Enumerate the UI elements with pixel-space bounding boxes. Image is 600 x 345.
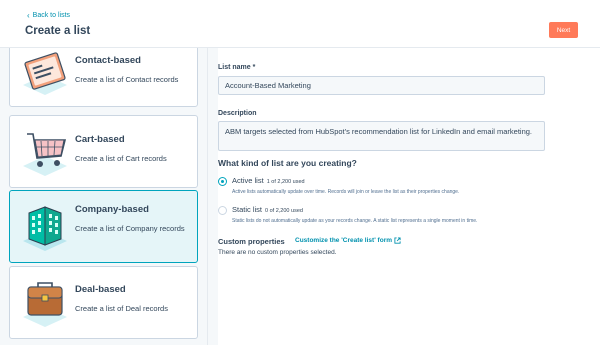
description-input[interactable]: ABM targets selected from HubSpot's reco… xyxy=(218,121,545,151)
active-list-count: 1 of 2,200 used xyxy=(266,179,305,185)
chevron-left-icon: ‹ xyxy=(27,11,30,20)
back-to-lists-link[interactable]: ‹ Back to lists xyxy=(27,11,70,20)
description-label: Description xyxy=(218,110,257,117)
card-title: Deal-based xyxy=(75,284,126,295)
static-list-count: 0 of 2,200 used xyxy=(265,208,303,214)
list-type-card-company[interactable]: Company-based Create a list of Company r… xyxy=(9,190,198,263)
static-list-title: Static list 0 of 2,200 used xyxy=(232,205,303,214)
card-description: Create a list of Company records xyxy=(75,224,185,233)
list-name-label: List name * xyxy=(218,64,256,71)
static-list-description: Static lists do not automatically update… xyxy=(232,218,478,224)
briefcase-icon xyxy=(23,282,67,327)
list-type-card-cart[interactable]: Cart-based Create a list of Cart records xyxy=(9,115,198,188)
back-link-label: Back to lists xyxy=(32,12,71,19)
active-list-radio[interactable] xyxy=(218,177,227,186)
card-title: Cart-based xyxy=(75,134,125,145)
active-list-label: Active list xyxy=(232,176,264,185)
customize-form-link-label: Customize the 'Create list' form xyxy=(295,237,392,244)
card-title: Company-based xyxy=(75,204,149,215)
active-list-title: Active list 1 of 2,200 used xyxy=(232,176,305,185)
list-type-card-contact[interactable]: Contact-based Create a list of Contact r… xyxy=(9,48,198,107)
list-name-input[interactable]: Account-Based Marketing xyxy=(218,76,545,95)
card-description: Create a list of Contact records xyxy=(75,75,179,84)
customize-form-link[interactable]: Customize the 'Create list' form xyxy=(295,237,401,244)
custom-properties-label: Custom properties xyxy=(218,237,285,246)
card-description: Create a list of Cart records xyxy=(75,154,167,163)
list-details-form: List name * Account-Based Marketing Desc… xyxy=(218,48,600,345)
static-list-label: Static list xyxy=(232,205,263,214)
building-icon xyxy=(23,206,67,251)
next-button[interactable]: Next xyxy=(549,22,578,38)
contact-card-icon xyxy=(23,52,67,95)
external-link-icon xyxy=(394,237,401,244)
card-title: Contact-based xyxy=(75,55,141,66)
static-list-radio[interactable] xyxy=(218,206,227,215)
active-list-description: Active lists automatically update over t… xyxy=(232,189,460,195)
list-kind-question: What kind of list are you creating? xyxy=(218,158,357,168)
card-description: Create a list of Deal records xyxy=(75,304,168,313)
shopping-cart-icon xyxy=(23,133,67,176)
custom-properties-empty: There are no custom properties selected. xyxy=(218,249,337,256)
list-type-panel: Contact-based Create a list of Contact r… xyxy=(0,48,208,345)
list-type-card-deal[interactable]: Deal-based Create a list of Deal records xyxy=(9,266,198,339)
page-header: ‹ Back to lists Create a list Next xyxy=(0,0,600,48)
page-title: Create a list xyxy=(25,25,91,37)
